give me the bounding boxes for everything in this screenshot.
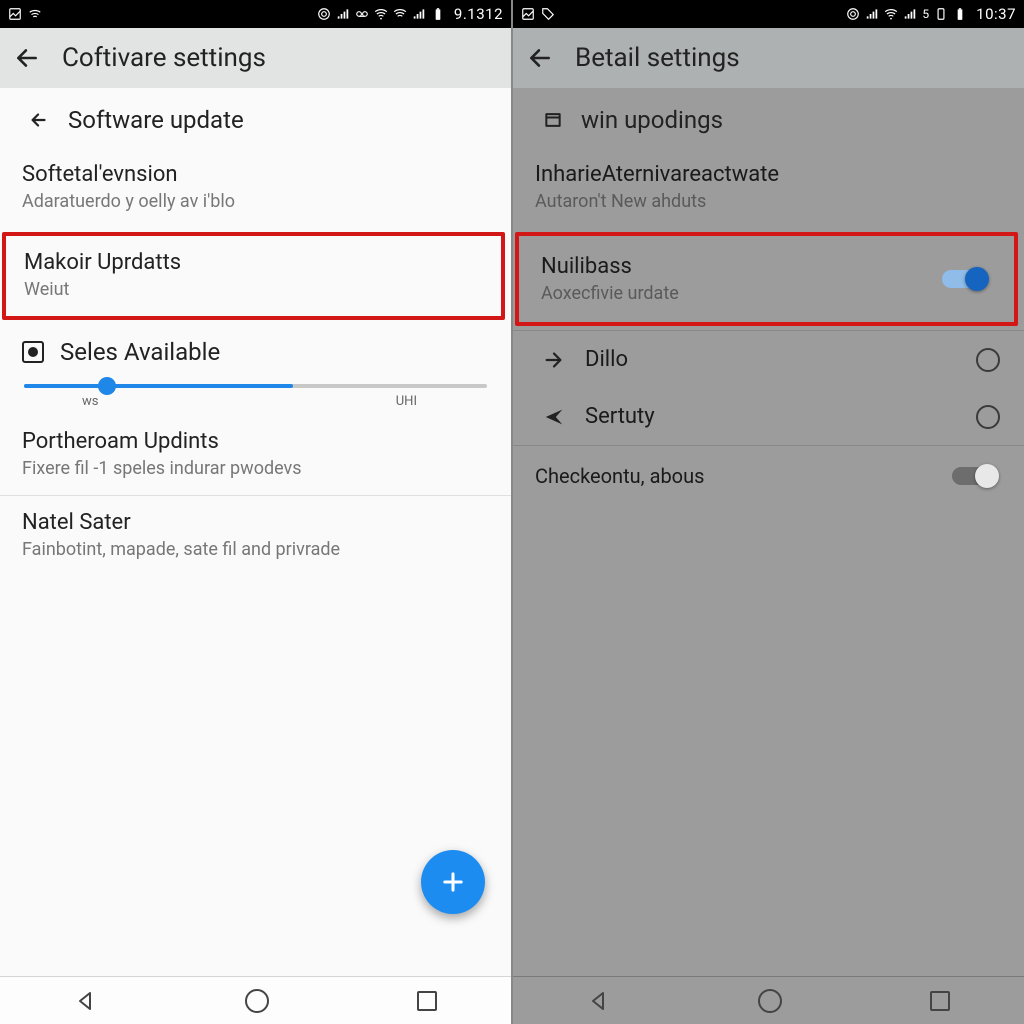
item-subtitle: Aoxecfivie urdate <box>541 283 942 304</box>
voicemail-icon <box>355 7 369 21</box>
item-checkeontu[interactable]: Checkeontu, abous <box>513 446 1024 506</box>
nav-recent-icon[interactable] <box>417 991 437 1011</box>
wifi-icon <box>374 7 388 21</box>
item-highlighted-updates[interactable]: Makoir Uprdatts Weiut <box>2 232 505 320</box>
back-icon[interactable] <box>14 45 40 71</box>
plus-icon <box>439 868 467 896</box>
item-natel-sater[interactable]: Natel Sater Fainbotint, mapade, sate fil… <box>0 496 511 576</box>
option-dillo[interactable]: Dillo <box>513 331 1024 388</box>
tag-icon <box>541 7 555 21</box>
item-subtitle: Fixere fil -1 speles indurar pwodevs <box>22 458 493 479</box>
nav-home-icon[interactable] <box>758 989 782 1013</box>
back-small-icon <box>28 109 50 131</box>
option-label: Sertuty <box>585 404 956 429</box>
subheader-title: Software update <box>68 106 244 134</box>
status-clock: 10:37 <box>976 5 1016 23</box>
nav-recent-icon[interactable] <box>930 991 950 1011</box>
appbar-title: Betail settings <box>575 43 740 73</box>
item-title: Natel Sater <box>22 510 493 535</box>
item-subtitle: Autaron't New ahduts <box>535 191 1006 212</box>
slider-tick-labels: ws UHI <box>22 394 489 409</box>
subheader-title: win upodings <box>581 106 723 134</box>
target-icon <box>846 7 860 21</box>
radio-sertuty[interactable] <box>976 405 1000 429</box>
target-icon <box>317 7 331 21</box>
fab-add-button[interactable] <box>421 850 485 914</box>
item-title: Makoir Uprdatts <box>24 250 487 275</box>
content-area: Software update Softetal'evnsion Adaratu… <box>0 88 511 976</box>
appbar-title: Coftivare settings <box>62 43 266 73</box>
content-area: win upodings InharieAternivareactwate Au… <box>513 88 1024 976</box>
send-icon <box>543 406 565 428</box>
network-label-5: 5 <box>922 7 929 21</box>
item-software-version[interactable]: Softetal'evnsion Adaratuerdo y oelly av … <box>0 148 511 228</box>
item-slider-available: Seles Available ws UHI <box>0 324 511 415</box>
slider-tick-high: UHI <box>396 394 417 409</box>
wifi-small-icon <box>28 7 42 21</box>
item-title: Nuilibass <box>541 254 942 279</box>
image-icon <box>8 7 22 21</box>
slider-label: Seles Available <box>60 338 220 366</box>
slider-thumb[interactable] <box>98 377 116 395</box>
image-icon <box>521 7 535 21</box>
item-title: InharieAternivareactwate <box>535 162 1006 187</box>
navigation-bar <box>0 976 511 1024</box>
option-sertuty[interactable]: Sertuty <box>513 388 1024 445</box>
wifi-icon-2 <box>393 7 407 21</box>
window-icon <box>543 110 563 130</box>
option-label: Dillo <box>585 347 956 372</box>
subheader-software-update[interactable]: Software update <box>0 88 511 148</box>
signal-icon <box>336 7 350 21</box>
sim-icon <box>934 7 948 21</box>
nav-home-icon[interactable] <box>245 989 269 1013</box>
left-screen: 9.1312 Coftivare settings Software updat… <box>0 0 511 1024</box>
battery-icon <box>431 7 445 21</box>
subheader-win-upodings[interactable]: win upodings <box>513 88 1024 148</box>
status-bar: 9.1312 <box>0 0 511 28</box>
status-clock: 9.1312 <box>454 5 503 23</box>
app-bar: Coftivare settings <box>0 28 511 88</box>
wifi-icon <box>884 7 898 21</box>
camera-square-icon[interactable] <box>22 341 44 363</box>
status-bar: 5 10:37 <box>513 0 1024 28</box>
signal-icon-2 <box>903 7 917 21</box>
app-bar: Betail settings <box>513 28 1024 88</box>
signal-icon <box>865 7 879 21</box>
item-inharie[interactable]: InharieAternivareactwate Autaron't New a… <box>513 148 1024 228</box>
slider-track[interactable] <box>24 384 487 388</box>
navigation-bar <box>513 976 1024 1024</box>
arrow-right-icon <box>543 349 565 371</box>
item-title: Checkeontu, abous <box>535 464 952 488</box>
signal-icon-2 <box>412 7 426 21</box>
nav-back-icon[interactable] <box>587 989 611 1013</box>
item-subtitle: Weiut <box>24 279 487 300</box>
battery-icon <box>953 7 967 21</box>
right-screen: 5 10:37 Betail settings win upodings Inh… <box>511 0 1024 1024</box>
item-subtitle: Adaratuerdo y oelly av i'blo <box>22 191 493 212</box>
toggle-checkeontu[interactable] <box>952 467 996 485</box>
toggle-nuilibass[interactable] <box>942 270 986 288</box>
item-title: Softetal'evnsion <box>22 162 493 187</box>
nav-back-icon[interactable] <box>74 989 98 1013</box>
slider-tick-low: ws <box>82 394 98 409</box>
radio-dillo[interactable] <box>976 348 1000 372</box>
back-icon[interactable] <box>527 45 553 71</box>
item-highlighted-nuilibass[interactable]: Nuilibass Aoxecfivie urdate <box>515 232 1018 326</box>
item-title: Portheroam Updints <box>22 429 493 454</box>
item-portheroam[interactable]: Portheroam Updints Fixere fil -1 speles … <box>0 415 511 495</box>
item-subtitle: Fainbotint, mapade, sate fil and privrad… <box>22 539 493 560</box>
